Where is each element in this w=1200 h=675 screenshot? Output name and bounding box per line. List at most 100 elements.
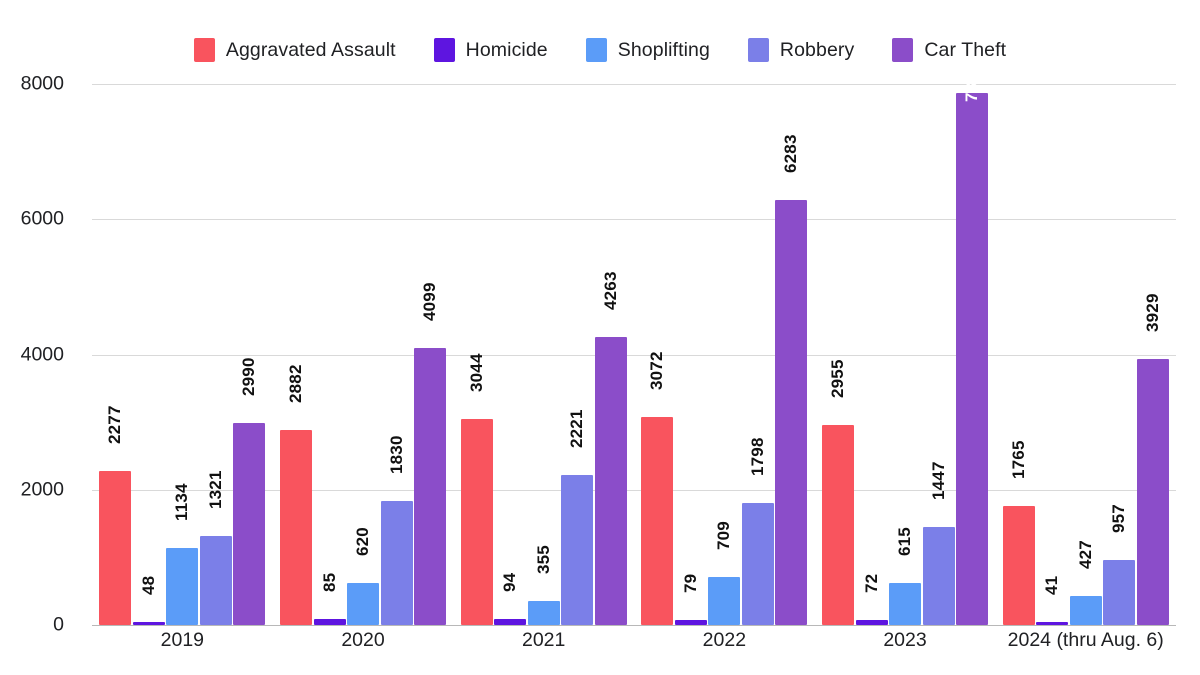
bar-value-label: 41 <box>1042 575 1062 596</box>
bar-slot: 2277 <box>99 84 132 625</box>
bar[interactable]: 355 <box>527 545 560 625</box>
legend-item-aggravated-assault[interactable]: Aggravated Assault <box>193 38 396 62</box>
bar[interactable]: 7867 <box>956 63 989 625</box>
legend-item-robbery[interactable]: Robbery <box>747 38 855 62</box>
bar[interactable]: 4263 <box>594 271 627 625</box>
bar-slot: 7867 <box>956 63 989 625</box>
bar[interactable]: 620 <box>347 527 379 625</box>
legend-item-car-theft[interactable]: Car Theft <box>892 38 1006 62</box>
bar-slot: 85 <box>313 84 346 625</box>
bar[interactable]: 1798 <box>741 438 774 625</box>
y-axis-tick-label: 4000 <box>20 343 64 365</box>
bar-value-label: 3072 <box>647 351 667 391</box>
bar[interactable]: 2882 <box>280 364 312 625</box>
bar-group: 2955 72 615 1447 7867 <box>815 63 996 625</box>
bar-value-label: 709 <box>714 521 734 551</box>
bar-value-label: 7867 <box>962 63 982 102</box>
bar-value-label: 620 <box>353 527 372 557</box>
bar[interactable]: 2277 <box>99 405 132 625</box>
bar-slot: 1765 <box>1002 84 1035 625</box>
bar[interactable]: 3929 <box>1136 294 1169 625</box>
x-axis-tick-label: 2022 <box>702 629 747 651</box>
legend-label: Aggravated Assault <box>225 38 396 61</box>
legend-label: Shoplifting <box>617 38 710 61</box>
bar[interactable]: 427 <box>1069 540 1102 625</box>
bar-chart: Aggravated Assault Homicide Shoplifting Rob… <box>0 0 1200 675</box>
bar-value-label: 1321 <box>205 470 225 509</box>
legend-label: Homicide <box>465 38 548 61</box>
bar-slot: 3072 <box>641 84 674 625</box>
bar[interactable]: 4099 <box>414 282 446 625</box>
bar-value-label: 957 <box>1109 504 1129 534</box>
x-axis-tick-label: 2019 <box>160 629 205 651</box>
bar-slot: 427 <box>1069 84 1102 625</box>
bar[interactable]: 48 <box>132 575 165 625</box>
bar-slot: 41 <box>1036 84 1069 625</box>
legend-item-homicide[interactable]: Homicide <box>433 38 548 62</box>
bar-value-label: 4263 <box>600 271 620 310</box>
y-axis-tick-label: 2000 <box>20 478 64 501</box>
legend-swatch-icon <box>193 38 215 62</box>
bar-slot: 2221 <box>561 84 594 625</box>
bar-slot: 2882 <box>280 84 312 625</box>
bar-value-label: 48 <box>138 575 158 595</box>
bar[interactable]: 94 <box>494 572 527 625</box>
bar-slot: 4263 <box>594 84 627 625</box>
bar[interactable]: 85 <box>313 573 346 625</box>
bar-slot: 1447 <box>922 84 955 625</box>
bar[interactable]: 79 <box>674 573 707 625</box>
bar[interactable]: 6283 <box>775 135 808 625</box>
bar[interactable]: 615 <box>889 527 922 625</box>
bar-slot: 1830 <box>380 84 413 625</box>
legend-item-shoplifting[interactable]: Shoplifting <box>585 38 710 62</box>
bar-value-label: 1134 <box>172 483 192 522</box>
legend-label: Car Theft <box>924 38 1007 61</box>
bar[interactable]: 1447 <box>922 462 955 625</box>
bar-slot: 48 <box>132 84 165 625</box>
bar[interactable]: 2990 <box>233 357 266 625</box>
bar[interactable]: 41 <box>1036 576 1069 625</box>
bar[interactable]: 1321 <box>199 470 232 625</box>
legend-swatch-icon <box>585 38 607 62</box>
bar-slot: 79 <box>674 84 707 625</box>
bar-slot: 4099 <box>414 84 446 625</box>
y-axis-tick-label: 6000 <box>20 207 64 230</box>
bar-value-label: 94 <box>500 572 520 592</box>
chart-legend: Aggravated Assault Homicide Shoplifting Rob… <box>0 33 1200 67</box>
bar-value-label: 72 <box>861 573 881 594</box>
bar[interactable]: 3072 <box>641 352 674 625</box>
bar[interactable]: 3044 <box>460 354 493 625</box>
bar[interactable]: 957 <box>1103 504 1136 625</box>
bar-value-label: 1765 <box>1008 440 1028 479</box>
bar-value-label: 355 <box>533 545 553 574</box>
bar-group: 3044 94 355 2221 4263 <box>453 84 634 625</box>
bar-value-label: 2955 <box>828 359 848 399</box>
y-axis-tick-label: 0 <box>53 613 64 636</box>
bar-group: 1765 41 427 957 3929 <box>995 84 1176 625</box>
bar-value-label: 1798 <box>747 437 767 477</box>
x-axis-tick-label: 2021 <box>521 629 566 651</box>
bar-value-label: 615 <box>895 527 915 557</box>
bar-group: 3072 79 709 1798 6283 <box>634 84 815 625</box>
bar[interactable]: 2221 <box>561 409 594 625</box>
bar-groups: 2277 48 1134 1321 2990 2882 85 620 1830 4099 3044 9… <box>92 63 1176 625</box>
bar-slot: 355 <box>527 84 560 625</box>
bar-value-label: 2221 <box>567 409 587 448</box>
bar[interactable]: 709 <box>708 521 741 625</box>
bar-slot: 3044 <box>460 84 493 625</box>
bar-value-label: 6283 <box>781 134 801 174</box>
bar[interactable]: 72 <box>855 574 888 625</box>
bar-value-label: 3044 <box>466 353 486 393</box>
x-axis-ticks: 2019 2020 2021 2022 2023 2024 (thru Aug. 6) <box>92 629 1176 659</box>
bar-value-label: 3929 <box>1142 293 1162 333</box>
bar-group: 2882 85 620 1830 4099 <box>273 84 454 625</box>
bar[interactable]: 1765 <box>1002 440 1035 625</box>
bar[interactable]: 1830 <box>380 436 413 625</box>
x-axis-tick-label: 2023 <box>883 629 927 651</box>
legend-label: Robbery <box>779 38 855 61</box>
bar[interactable]: 2955 <box>822 360 855 625</box>
axis-baseline <box>92 625 1176 626</box>
bar[interactable]: 1134 <box>166 484 199 625</box>
legend-swatch-icon <box>747 38 769 62</box>
bar-slot: 6283 <box>775 84 808 625</box>
